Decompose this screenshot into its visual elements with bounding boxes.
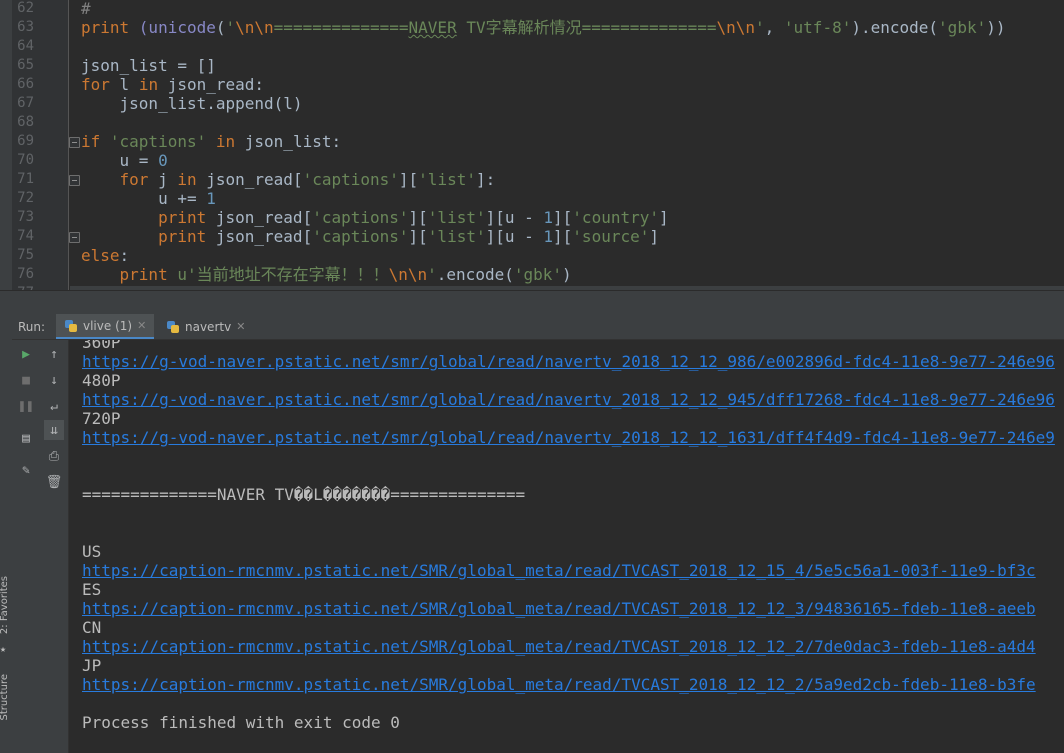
code-line-65: json_list = [] [81,56,216,75]
code-line-72: u += 1 [81,189,216,208]
console-line: ES [82,580,102,599]
line-number: 63 [17,19,34,35]
code-line-67: json_list.append(l) [81,94,303,113]
code-editor[interactable]: 62 63 64 65 66 67 68 69 70 71 72 73 74 7… [0,0,1064,290]
code-line-76: print u'当前地址不存在字幕！！！\n\n'.encode('gbk') [81,265,572,284]
line-number: 73 [17,209,34,225]
code-line-71: for j in json_read['captions']['list']: [81,170,496,189]
line-number: 70 [17,152,34,168]
console-link[interactable]: https://caption-rmcnmv.pstatic.net/SMR/g… [82,599,1036,618]
line-number: 75 [17,247,34,263]
run-tab-label: navertv [185,319,232,334]
favorites-tool-tab[interactable]: 2: Favorites [0,576,10,634]
line-number: 74 [17,228,34,244]
run-label: Run: [18,320,46,334]
line-number: 76 [17,266,34,282]
run-panel-header: Run: vlive (1) ✕ navertv ✕ [12,314,1064,340]
structure-tool-tab[interactable]: Structure [0,674,10,721]
console-line: 720P [82,409,121,428]
layout-icon[interactable]: ▤ [16,428,36,448]
line-number: 65 [17,57,34,73]
console-line: CN [82,618,102,637]
console-line: ==============NAVER TV��L�������========… [82,485,526,504]
run-tab-navertv[interactable]: navertv ✕ [158,314,253,339]
run-tab-vlive[interactable]: vlive (1) ✕ [56,314,155,339]
line-number: 64 [17,38,34,54]
pin-icon[interactable]: ✎ [16,460,36,480]
console-link[interactable]: https://caption-rmcnmv.pstatic.net/SMR/g… [82,675,1036,694]
code-line-74: print json_read['captions']['list'][u - … [81,227,659,246]
code-line-75: else: [81,246,130,265]
line-number: 62 [17,0,34,16]
rerun-icon[interactable]: ▶ [16,344,36,364]
run-toolbar: ▶ ↑ ■ ↓ ❚❚ ↵ ▤ ⇊ ⎙ ✎ 🗑 [12,340,69,753]
python-icon [166,320,180,334]
console-line: US [82,542,102,561]
console-output[interactable]: 360P https://g-vod-naver.pstatic.net/smr/… [69,340,1064,753]
code-line-66: for l in json_read: [81,75,265,94]
panel-divider[interactable] [0,290,1064,315]
code-line-62: # [81,0,91,18]
line-number: 72 [17,190,34,206]
console-link[interactable]: https://g-vod-naver.pstatic.net/smr/glob… [82,352,1055,371]
close-icon[interactable]: ✕ [137,319,146,332]
code-line-70: u = 0 [81,151,168,170]
fold-marker-icon[interactable] [69,232,80,243]
star-icon: ★ [0,644,7,655]
trash-icon[interactable]: 🗑 [44,472,64,492]
code-line-63: print (unicode('\n\n==============NAVER … [81,18,1006,37]
scroll-to-end-icon[interactable]: ⇊ [44,420,64,440]
line-number: 68 [17,114,34,130]
console-link[interactable]: https://caption-rmcnmv.pstatic.net/SMR/g… [82,561,1036,580]
print-icon[interactable]: ⎙ [44,446,64,466]
pause-icon[interactable]: ❚❚ [16,396,36,416]
line-number: 66 [17,76,34,92]
line-number: 71 [17,171,34,187]
console-link[interactable]: https://g-vod-naver.pstatic.net/smr/glob… [82,390,1055,409]
console-line: 480P [82,371,121,390]
fold-marker-icon[interactable] [69,137,80,148]
console-link[interactable]: https://caption-rmcnmv.pstatic.net/SMR/g… [82,637,1036,656]
close-icon[interactable]: ✕ [236,320,245,333]
code-line-69: if 'captions' in json_list: [81,132,342,151]
stop-icon[interactable]: ■ [16,370,36,390]
fold-marker-icon[interactable] [69,175,80,186]
line-number: 69 [17,133,34,149]
python-icon [64,319,78,333]
soft-wrap-icon[interactable]: ↵ [44,396,64,416]
line-number: 67 [17,95,34,111]
up-arrow-icon[interactable]: ↑ [44,344,64,364]
line-number-gutter: 62 63 64 65 66 67 68 69 70 71 72 73 74 7… [12,0,69,290]
console-line: 360P [82,340,121,352]
down-arrow-icon[interactable]: ↓ [44,370,64,390]
console-link[interactable]: https://g-vod-naver.pstatic.net/smr/glob… [82,428,1055,447]
run-tab-label: vlive (1) [83,318,133,333]
console-line: JP [82,656,102,675]
code-line-73: print json_read['captions']['list'][u - … [81,208,669,227]
console-line: Process finished with exit code 0 [82,713,400,732]
